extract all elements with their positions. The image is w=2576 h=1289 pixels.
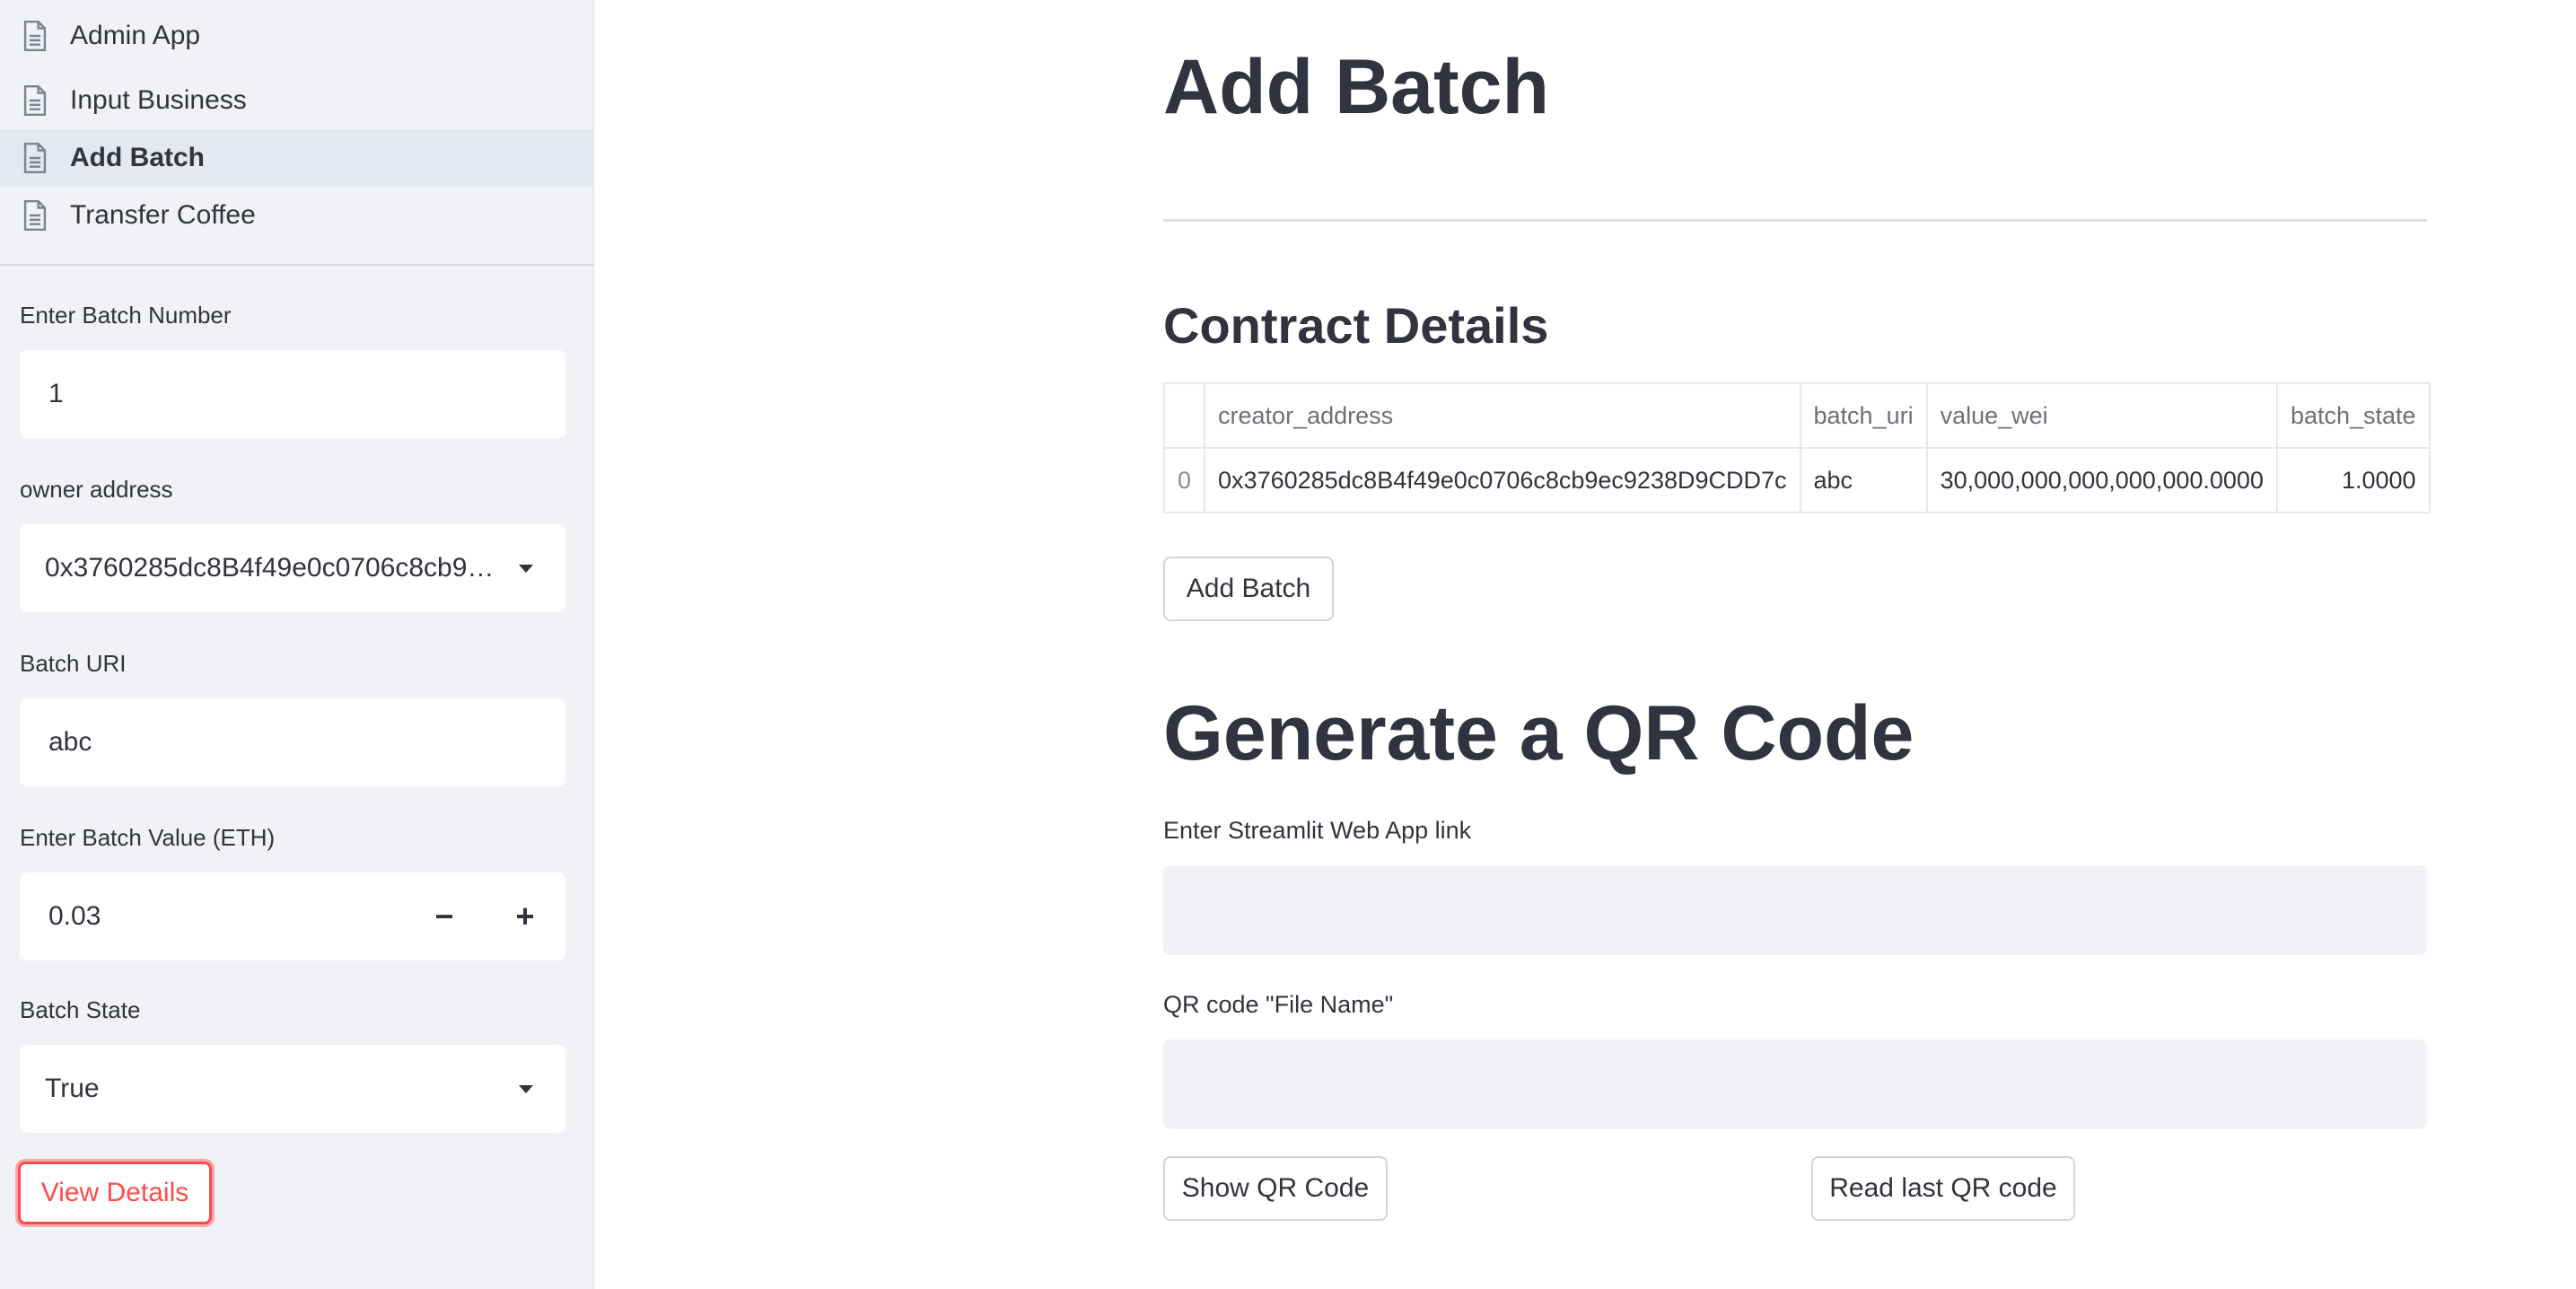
- table-row: 0 0x3760285dc8B4f49e0c0706c8cb9ec9238D9C…: [1162, 447, 2431, 513]
- table-cell-value-wei: 30,000,000,000,000,000.0000: [1925, 447, 2278, 513]
- show-qr-code-button[interactable]: Show QR Code: [1163, 1156, 1388, 1221]
- document-icon: [23, 85, 47, 116]
- table-header-creator-address[interactable]: creator_address: [1204, 382, 1801, 449]
- chevron-down-icon: [519, 1084, 533, 1093]
- batch-state-value: True: [45, 1074, 100, 1103]
- link-input[interactable]: [1163, 865, 2427, 955]
- decrement-button[interactable]: −: [404, 872, 485, 960]
- table-cell-creator-address: 0x3760285dc8B4f49e0c0706c8cb9ec9238D9CDD…: [1204, 447, 1801, 513]
- batch-value-label: Enter Batch Value (ETH): [20, 824, 276, 851]
- contract-details-heading: Contract Details: [1163, 297, 1549, 354]
- file-name-input[interactable]: [1163, 1039, 2427, 1129]
- sidebar-item-admin-app[interactable]: Admin App: [0, 0, 594, 72]
- batch-value-stepper[interactable]: − +: [20, 872, 565, 960]
- sidebar-item-label: Add Batch: [70, 143, 205, 172]
- increment-button[interactable]: +: [485, 872, 565, 960]
- table-header-batch-state[interactable]: batch_state: [2275, 382, 2431, 449]
- qr-code-heading: Generate a QR Code: [1163, 690, 1914, 776]
- table-header-row: creator_address batch_uri value_wei batc…: [1162, 382, 2431, 449]
- batch-value-input[interactable]: [20, 872, 404, 960]
- batch-state-select[interactable]: True: [20, 1045, 565, 1133]
- owner-address-select[interactable]: 0x3760285dc8B4f49e0c0706c8cb9ec9238D9CDD…: [20, 524, 565, 612]
- table-cell-index: 0: [1162, 447, 1206, 513]
- page-title: Add Batch: [1163, 44, 1549, 130]
- owner-address-label: owner address: [20, 476, 173, 503]
- table-cell-batch-uri: abc: [1799, 447, 1928, 513]
- sidebar-item-input-business[interactable]: Input Business: [0, 72, 594, 129]
- table-header-batch-uri[interactable]: batch_uri: [1799, 382, 1928, 449]
- owner-address-value: 0x3760285dc8B4f49e0c0706c8cb9ec9238D9CDD…: [45, 553, 519, 583]
- table-header-index[interactable]: [1162, 382, 1206, 449]
- batch-state-label: Batch State: [20, 996, 141, 1023]
- batch-number-field[interactable]: [20, 350, 565, 438]
- document-icon: [23, 200, 47, 231]
- document-icon: [23, 143, 47, 173]
- view-details-button[interactable]: View Details: [18, 1162, 212, 1224]
- sidebar: Admin App Input Business Add Batch Trans…: [0, 0, 594, 1289]
- table-cell-batch-state: 1.0000: [2275, 447, 2431, 513]
- chevron-down-icon: [519, 564, 533, 573]
- sidebar-divider: [0, 264, 594, 266]
- sidebar-item-label: Transfer Coffee: [70, 200, 256, 230]
- batch-number-input[interactable]: [20, 350, 565, 438]
- sidebar-item-add-batch[interactable]: Add Batch: [0, 129, 594, 187]
- batch-uri-label: Batch URI: [20, 650, 127, 677]
- link-label: Enter Streamlit Web App link: [1163, 817, 1472, 844]
- batch-number-label: Enter Batch Number: [20, 302, 232, 329]
- read-last-qr-code-button[interactable]: Read last QR code: [1811, 1156, 2075, 1221]
- document-icon: [23, 21, 47, 51]
- divider: [1163, 219, 2427, 222]
- batch-uri-field[interactable]: [20, 698, 565, 786]
- sidebar-item-label: Input Business: [70, 85, 247, 115]
- contract-details-table: creator_address batch_uri value_wei batc…: [1162, 382, 2431, 513]
- sidebar-item-label: Admin App: [70, 21, 201, 50]
- table-header-value-wei[interactable]: value_wei: [1925, 382, 2278, 449]
- file-name-label: QR code "File Name": [1163, 991, 1394, 1018]
- add-batch-button[interactable]: Add Batch: [1163, 557, 1334, 621]
- batch-uri-input[interactable]: [20, 698, 565, 786]
- sidebar-nav: Admin App Input Business Add Batch Trans…: [0, 0, 594, 244]
- sidebar-item-transfer-coffee[interactable]: Transfer Coffee: [0, 187, 594, 244]
